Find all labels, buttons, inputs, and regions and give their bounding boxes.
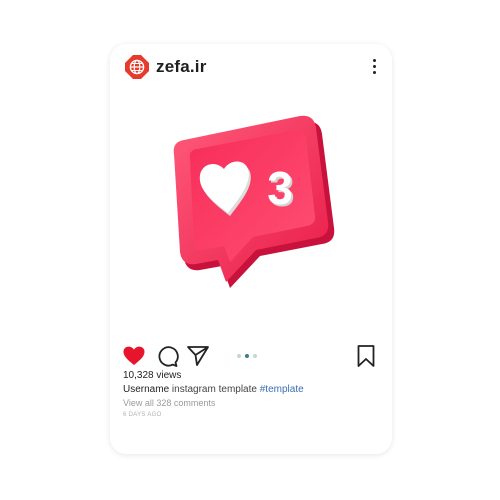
bookmark-icon[interactable] xyxy=(354,344,378,368)
badge-count: 3 xyxy=(267,162,293,214)
carousel-dots xyxy=(237,354,267,359)
heart-icon[interactable] xyxy=(122,344,146,368)
like-notification-badge: 3 3 xyxy=(173,115,335,288)
caption-username[interactable]: Username xyxy=(123,384,169,395)
post-timestamp: 6 DAYS AGO xyxy=(123,412,162,418)
view-comments-link[interactable]: View all 328 comments xyxy=(123,398,215,408)
caption-hashtag[interactable]: #template xyxy=(260,384,304,395)
post-header: zefa.ir xyxy=(124,54,380,80)
caption-text: instagram template xyxy=(171,384,257,395)
post-card: zefa.ir 3 3 10,328 views Username instag… xyxy=(110,44,392,454)
caption: Username instagram template #template xyxy=(123,384,304,395)
post-image: 3 3 xyxy=(110,92,392,380)
share-icon[interactable] xyxy=(186,344,210,368)
globe-logo-icon[interactable] xyxy=(124,54,150,80)
more-options-icon[interactable] xyxy=(368,56,380,78)
comment-icon[interactable] xyxy=(155,344,179,368)
action-bar xyxy=(122,344,378,368)
carousel-dot[interactable] xyxy=(253,354,257,358)
view-count: 10,328 views xyxy=(123,370,182,381)
brand-name[interactable]: zefa.ir xyxy=(156,57,207,77)
carousel-dot-active[interactable] xyxy=(245,354,249,358)
carousel-dot[interactable] xyxy=(237,354,241,358)
